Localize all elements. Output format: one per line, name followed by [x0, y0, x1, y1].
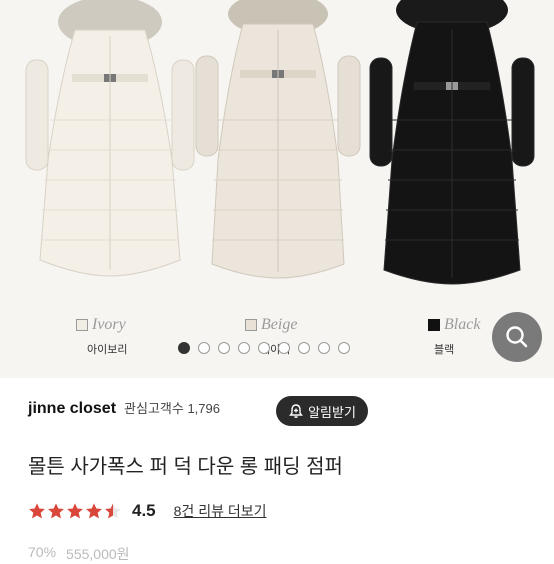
swatch-label-ko: 블랙 — [434, 344, 455, 356]
search-icon — [506, 326, 528, 348]
gallery-pagination — [178, 342, 350, 354]
swatch-label-en: Ivory — [92, 316, 126, 333]
notify-button[interactable]: 알림받기 — [276, 396, 368, 426]
star-icon — [48, 503, 64, 519]
black-color-box — [428, 319, 440, 331]
pagination-dot[interactable] — [338, 342, 350, 354]
swatch-ivory: Ivory — [76, 316, 126, 334]
swatch-beige: Beige — [245, 316, 297, 334]
pagination-dot[interactable] — [258, 342, 270, 354]
pagination-dot[interactable] — [198, 342, 210, 354]
swatch-label-en: Beige — [261, 316, 298, 333]
original-price: 555,000원 — [66, 546, 130, 562]
pagination-dot[interactable] — [318, 342, 330, 354]
discount-rate: 70% — [28, 544, 57, 560]
image-search-button[interactable] — [492, 312, 542, 362]
ivory-color-box — [76, 319, 88, 331]
half-star-icon — [105, 503, 121, 519]
notify-button-label: 알림받기 — [308, 404, 356, 420]
product-title: 몰튼 사가폭스 퍼 덕 다운 롱 패딩 점퍼 — [28, 456, 343, 478]
pagination-dot[interactable] — [298, 342, 310, 354]
product-image-gallery[interactable]: Ivory 아이보리 Beige 베이지 Black 블랙 — [0, 0, 554, 378]
pagination-dot[interactable] — [218, 342, 230, 354]
seller-info: jinne closet 관심고객수 1,796 — [28, 398, 220, 418]
pagination-dot[interactable] — [238, 342, 250, 354]
rating-value: 4.5 — [132, 501, 156, 520]
pagination-dot[interactable] — [178, 342, 190, 354]
ivory-coat-image — [25, 0, 195, 277]
seller-name[interactable]: jinne closet — [28, 400, 116, 418]
price-row: 70% 555,000원 — [28, 544, 130, 564]
rating-row: 4.5 8건 리뷰 더보기 — [28, 501, 267, 521]
beige-color-box — [245, 319, 257, 331]
swatch-label-ko: 아이보리 — [87, 344, 128, 356]
star-icon — [86, 503, 102, 519]
star-icon — [67, 503, 83, 519]
star-rating — [28, 502, 122, 520]
pagination-dot[interactable] — [278, 342, 290, 354]
beige-coat-image — [195, 0, 361, 279]
bell-plus-icon — [289, 404, 303, 418]
reviews-link[interactable]: 8건 리뷰 더보기 — [174, 501, 267, 521]
black-coat-image — [369, 0, 535, 285]
star-icon — [29, 503, 45, 519]
follower-count: 관심고객수 1,796 — [124, 401, 220, 416]
swatch-label-en: Black — [444, 316, 481, 333]
swatch-black: Black — [428, 316, 480, 334]
